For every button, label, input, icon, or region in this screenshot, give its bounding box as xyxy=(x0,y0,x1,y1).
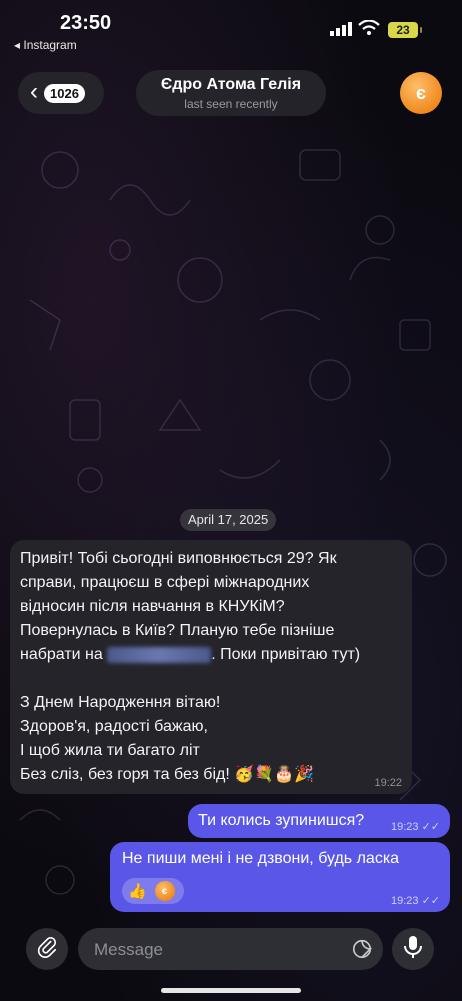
status-time: 23:50 xyxy=(60,12,112,34)
battery-indicator: 23 xyxy=(388,22,422,38)
message-line: Повернулась в Київ? Планую тебе пізніше xyxy=(20,622,335,639)
message-text: . Поки привітаю тут) xyxy=(211,646,361,663)
back-button[interactable]: ‹ 1026 xyxy=(18,72,104,114)
message-reaction[interactable]: 👍 є xyxy=(122,878,184,904)
message-line: І щоб жила ти багато літ xyxy=(20,742,200,759)
message-time: 19:22 xyxy=(374,777,402,789)
sticker-icon[interactable] xyxy=(351,938,373,965)
double-check-icon: ✓✓ xyxy=(421,821,440,833)
home-indicator xyxy=(161,988,301,993)
voice-record-button[interactable] xyxy=(392,928,434,970)
microphone-icon xyxy=(403,935,423,964)
outgoing-message[interactable]: Не пиши мені і не дзвони, будь ласка 👍 є… xyxy=(110,842,450,912)
message-input[interactable] xyxy=(92,928,336,972)
message-time: 19:23 ✓✓ xyxy=(390,895,440,907)
message-text: Ти колись зупинишся? xyxy=(198,812,365,829)
message-line: справи, працюєш в сфері міжнародних xyxy=(20,574,310,591)
incoming-message[interactable]: Привіт! Тобі сьогодні виповнюється 29? Я… xyxy=(10,540,412,794)
redacted-text xyxy=(107,646,212,663)
message-text: Без сліз, без горя та без бід! xyxy=(20,766,230,783)
message-line: відносин після навчання в КНУКіМ? xyxy=(20,598,285,615)
double-check-icon: ✓✓ xyxy=(421,895,440,907)
back-to-app-link[interactable]: ◂ Instagram xyxy=(14,38,77,52)
wifi-icon xyxy=(358,19,380,41)
message-input-wrapper xyxy=(78,928,383,972)
unread-count-badge: 1026 xyxy=(44,83,85,103)
message-emojis: 🥳💐🎂🎉 xyxy=(234,766,314,783)
message-line: Без сліз, без горя та без бід! 🥳💐🎂🎉 xyxy=(20,763,402,787)
message-line: З Днем Народження вітаю! xyxy=(20,694,221,711)
message-time: 19:23 ✓✓ xyxy=(390,821,440,833)
message-text: Не пиши мені і не дзвони, будь ласка xyxy=(122,850,400,867)
status-bar: 23:50 ◂ Instagram 23 xyxy=(0,0,462,56)
last-seen-status: last seen recently xyxy=(184,97,278,111)
signal-icon xyxy=(330,22,352,41)
contact-avatar[interactable]: є xyxy=(400,72,442,114)
chevron-left-icon: ‹ xyxy=(30,78,38,105)
contact-name: Єдро Атома Гелія xyxy=(160,76,302,93)
paperclip-icon xyxy=(36,936,58,963)
outgoing-message[interactable]: Ти колись зупинишся? 19:23 ✓✓ xyxy=(188,804,450,838)
chat-title[interactable]: Єдро Атома Гелія last seen recently xyxy=(136,70,326,116)
thumbs-up-icon: 👍 xyxy=(128,883,147,900)
attach-button[interactable] xyxy=(26,928,68,970)
message-text: набрати на xyxy=(20,646,103,663)
reactor-avatar: є xyxy=(154,881,175,901)
message-line: Здоров'я, радості бажаю, xyxy=(20,718,208,735)
date-separator: April 17, 2025 xyxy=(180,509,277,531)
message-line: набрати на . Поки привітаю тут) xyxy=(20,643,402,667)
message-line: Привіт! Тобі сьогодні виповнюється 29? Я… xyxy=(20,550,337,567)
